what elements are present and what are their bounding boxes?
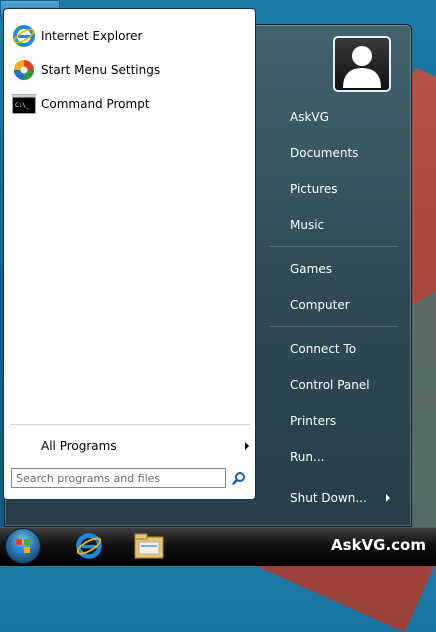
separator: [270, 246, 398, 248]
pinned-item-label: Start Menu Settings: [41, 63, 161, 77]
taskbar-file-explorer[interactable]: [132, 530, 166, 562]
right-item-connect-to[interactable]: Connect To: [290, 337, 356, 361]
right-item-music[interactable]: Music: [290, 213, 324, 237]
right-item-games[interactable]: Games: [290, 257, 332, 281]
command-prompt-icon: C:\_: [11, 91, 37, 117]
user-silhouette-icon: [343, 46, 381, 88]
taskbar-internet-explorer[interactable]: [72, 530, 106, 562]
all-programs-label: All Programs: [41, 439, 117, 453]
arrow-right-icon[interactable]: [386, 494, 390, 502]
pinned-item-label: Internet Explorer: [41, 29, 143, 43]
separator: [270, 326, 398, 328]
shutdown-label: Shut Down...: [290, 491, 367, 505]
folder-icon: [134, 533, 164, 559]
right-item-pictures[interactable]: Pictures: [290, 177, 338, 201]
pinned-item-internet-explorer[interactable]: Internet Explorer: [6, 21, 251, 51]
divider: [10, 424, 250, 425]
right-item-printers[interactable]: Printers: [290, 409, 336, 433]
settings-icon: [11, 57, 37, 83]
internet-explorer-icon: [11, 23, 37, 49]
right-item-run[interactable]: Run...: [290, 445, 324, 469]
internet-explorer-icon: [76, 533, 102, 559]
all-programs-button[interactable]: All Programs: [4, 433, 255, 459]
right-item-computer[interactable]: Computer: [290, 293, 350, 317]
right-item-control-panel[interactable]: Control Panel: [290, 373, 370, 397]
svg-text:C:\_: C:\_: [15, 102, 30, 109]
shutdown-button[interactable]: Shut Down...: [290, 487, 400, 509]
windows-logo-icon: [16, 539, 30, 553]
start-menu-programs-pane: Internet Explorer Start Menu Settings C:…: [3, 8, 256, 500]
watermark: AskVG.com: [331, 536, 426, 554]
arrow-right-icon: [245, 442, 249, 450]
right-item-documents[interactable]: Documents: [290, 141, 358, 165]
search-icon[interactable]: [230, 469, 248, 487]
pinned-item-command-prompt[interactable]: C:\_ Command Prompt: [6, 89, 251, 119]
right-item-askvg[interactable]: AskVG: [290, 105, 329, 129]
user-picture[interactable]: [333, 36, 391, 92]
pinned-item-label: Command Prompt: [41, 97, 150, 111]
search-input[interactable]: Search programs and files: [11, 468, 226, 488]
pinned-item-start-menu-settings[interactable]: Start Menu Settings: [6, 55, 251, 85]
start-button[interactable]: [5, 528, 41, 564]
search-row: Search programs and files: [11, 467, 251, 489]
